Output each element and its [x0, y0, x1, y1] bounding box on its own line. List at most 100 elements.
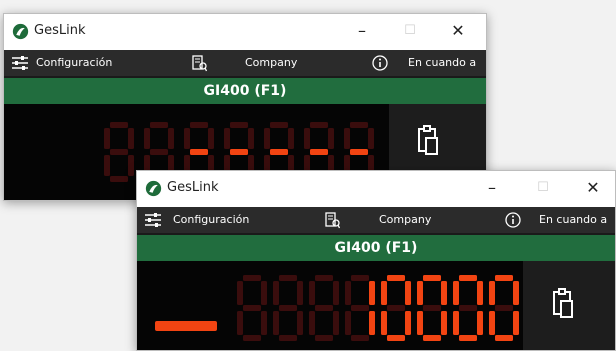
close-button[interactable]: ✕	[579, 178, 607, 198]
title-bar[interactable]: GesLink – ☐ ✕	[4, 14, 486, 50]
digit-5-segment-b	[441, 281, 447, 305]
digit-2-segment-e	[309, 311, 315, 335]
device-header: GI400 (F1)	[137, 233, 615, 261]
digit-2-segment-b	[208, 128, 214, 149]
info-icon[interactable]	[505, 212, 521, 228]
digit-1-segment-c	[297, 311, 303, 335]
digit-5-segment-a	[310, 122, 328, 128]
about-menu[interactable]: En cuando a	[408, 56, 476, 69]
company-menu[interactable]: Company	[379, 213, 431, 226]
window-title: GesLink	[167, 180, 219, 195]
digit-4-segment-d	[387, 335, 405, 341]
digit-3-segment-b	[369, 281, 375, 305]
digit-6-segment-g	[459, 305, 477, 311]
digit-4-segment-f	[264, 128, 270, 149]
digit-5-segment-g	[310, 149, 328, 155]
digit-5-segment-a	[423, 275, 441, 281]
digit-0-segment-c	[261, 311, 267, 335]
digit-7-segment-e	[489, 311, 495, 335]
digit-4-segment-g	[270, 149, 288, 155]
minimize-button[interactable]: –	[478, 178, 506, 198]
digit-4-segment-a	[387, 275, 405, 281]
digit-3-segment-b	[248, 128, 254, 149]
digit-5-segment-g	[423, 305, 441, 311]
digit-0-segment-d	[110, 176, 128, 182]
digit-3-segment-d	[351, 335, 369, 341]
minimize-button[interactable]: –	[348, 21, 376, 41]
company-list-icon[interactable]	[325, 212, 340, 229]
digit-3-segment-f	[345, 281, 351, 305]
digit-0-segment-e	[104, 155, 110, 176]
digit-3-segment-f	[224, 128, 230, 149]
config-menu[interactable]: Configuración	[173, 213, 249, 226]
digit-0-segment-f	[237, 281, 243, 305]
close-button[interactable]: ✕	[444, 21, 472, 41]
digit-3-segment-a	[351, 275, 369, 281]
sliders-icon[interactable]	[11, 55, 29, 71]
digit-1-segment-d	[279, 335, 297, 341]
company-list-icon[interactable]	[192, 55, 207, 72]
digit-4-segment-e	[381, 311, 387, 335]
about-menu[interactable]: En cuando a	[539, 213, 607, 226]
geslink-logo-icon	[12, 23, 29, 40]
digit-2-segment-f	[184, 128, 190, 149]
digit-2-segment-c	[333, 311, 339, 335]
unit-indicator-bar	[155, 321, 217, 331]
digit-1-segment-b	[168, 128, 174, 149]
sliders-icon[interactable]	[144, 212, 162, 228]
digit-6-segment-e	[453, 311, 459, 335]
toolbar: Configuración Company En cuando a	[4, 50, 486, 76]
digit-0-segment-b	[128, 128, 134, 149]
digit-3-segment-g	[230, 149, 248, 155]
toolbar: Configuración Company En cuando a	[137, 207, 615, 233]
info-icon[interactable]	[372, 55, 388, 71]
config-menu[interactable]: Configuración	[36, 56, 112, 69]
digit-0-segment-c	[128, 155, 134, 176]
digit-7-segment-f	[489, 281, 495, 305]
digit-2-segment-g	[190, 149, 208, 155]
digit-6-segment-d	[459, 335, 477, 341]
digit-5-segment-b	[328, 128, 334, 149]
digit-6-segment-a	[350, 122, 368, 128]
digit-7-segment-c	[513, 311, 519, 335]
digit-0-segment-g	[110, 149, 128, 155]
maximize-button[interactable]: ☐	[529, 178, 557, 198]
digit-6-segment-b	[477, 281, 483, 305]
clipboard-icon[interactable]	[417, 124, 439, 156]
digit-1-segment-e	[273, 311, 279, 335]
digit-7-segment-b	[513, 281, 519, 305]
digit-1-segment-g	[150, 149, 168, 155]
company-menu[interactable]: Company	[245, 56, 297, 69]
clipboard-icon[interactable]	[552, 287, 574, 319]
digit-7-segment-d	[495, 335, 513, 341]
digit-5-segment-e	[417, 311, 423, 335]
digit-2-segment-f	[309, 281, 315, 305]
digit-2-segment-a	[190, 122, 208, 128]
digit-7-segment-a	[495, 275, 513, 281]
seven-segment-display	[155, 275, 519, 341]
device-header: GI400 (F1)	[4, 76, 486, 104]
digit-5-segment-d	[423, 335, 441, 341]
digit-1-segment-b	[297, 281, 303, 305]
clipboard-panel[interactable]	[523, 261, 615, 350]
digit-1-segment-a	[150, 122, 168, 128]
maximize-button[interactable]: ☐	[396, 21, 424, 41]
digit-0-segment-e	[237, 311, 243, 335]
digit-6-segment-b	[368, 128, 374, 149]
digit-4-segment-a	[270, 122, 288, 128]
digit-2-segment-d	[315, 335, 333, 341]
digit-0-segment-a	[243, 275, 261, 281]
digit-1-segment-f	[144, 128, 150, 149]
digit-4-segment-b	[288, 128, 294, 149]
digit-4-segment-c	[405, 311, 411, 335]
digit-5-segment-f	[417, 281, 423, 305]
digit-3-segment-c	[369, 311, 375, 335]
digit-0-segment-g	[243, 305, 261, 311]
geslink-window-front[interactable]: GesLink – ☐ ✕ Configuración Company En c…	[136, 170, 616, 351]
digit-3-segment-a	[230, 122, 248, 128]
digit-3-segment-g	[351, 305, 369, 311]
title-bar[interactable]: GesLink – ☐ ✕	[137, 171, 615, 207]
digit-6-segment-g	[350, 149, 368, 155]
digit-2-segment-b	[333, 281, 339, 305]
geslink-logo-icon	[145, 180, 162, 197]
